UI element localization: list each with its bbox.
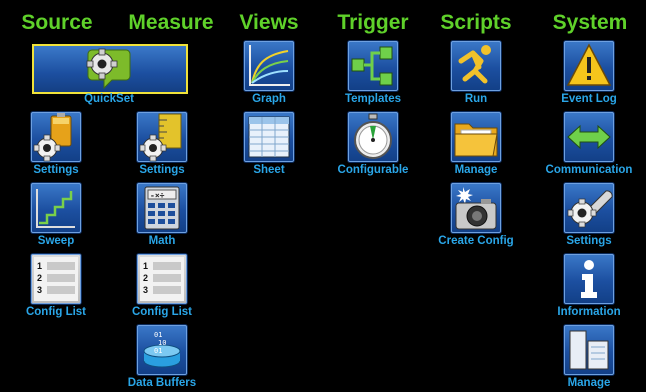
quickset-frame [32, 44, 188, 94]
event-log-label: Event Log [561, 93, 617, 105]
measure-settings-icon-tile [137, 112, 187, 162]
source-sweep-button[interactable]: Sweep [10, 183, 102, 249]
source-config-list-icon-tile: 1 2 3 [31, 254, 81, 304]
warning-triangle-icon [566, 43, 612, 86]
sweep-label: Sweep [37, 235, 75, 247]
svg-text:01: 01 [154, 347, 162, 355]
data-buffers-label: Data Buffers [127, 377, 197, 389]
system-settings-icon-tile [564, 183, 614, 233]
spreadsheet-icon [248, 116, 290, 158]
header-measure: Measure [128, 11, 214, 34]
communication-label: Communication [545, 164, 633, 176]
header-system: System [552, 11, 628, 34]
folder-icon [454, 123, 498, 157]
create-config-label: Create Config [438, 235, 514, 247]
gear-wrench-icon [567, 190, 613, 228]
measure-settings-label: Settings [139, 164, 185, 176]
calculator-icon: -×÷ [144, 186, 180, 230]
source-settings-button[interactable]: Settings [10, 112, 102, 178]
trigger-templates-button[interactable]: Templates [327, 41, 419, 107]
templates-icon-tile [348, 41, 398, 91]
information-label: Information [557, 306, 621, 318]
system-manage-label: Manage [567, 377, 611, 389]
source-config-list-button[interactable]: 1 2 3 Config List [10, 254, 102, 320]
configurable-label: Configurable [337, 164, 409, 176]
source-settings-icon-tile [31, 112, 81, 162]
sheet-icon-tile [244, 112, 294, 162]
math-icon-tile: -×÷ [137, 183, 187, 233]
svg-text:1: 1 [37, 261, 42, 271]
numbered-list-icon: 1 2 3 [34, 257, 78, 301]
header-source: Source [21, 11, 93, 34]
run-label: Run [464, 93, 488, 105]
system-manage-button[interactable]: Manage [543, 325, 635, 391]
battery-gear-icon [33, 113, 72, 162]
svg-text:10: 10 [158, 339, 166, 347]
measure-config-list-label: Config List [131, 306, 193, 318]
sheet-label: Sheet [253, 164, 285, 176]
numbered-list-icon: 1 2 3 [140, 257, 184, 301]
source-quickset-button[interactable]: QuickSet [32, 44, 188, 110]
staircase-sweep-icon [36, 189, 75, 228]
system-communication-button[interactable]: Communication [543, 112, 635, 178]
system-settings-button[interactable]: Settings [543, 183, 635, 249]
configurable-icon-tile [348, 112, 398, 162]
header-views: Views [239, 11, 299, 34]
measure-config-list-icon-tile: 1 2 3 [137, 254, 187, 304]
header-trigger: Trigger [337, 11, 409, 34]
svg-text:3: 3 [143, 285, 148, 295]
scripts-manage-label: Manage [454, 164, 498, 176]
system-settings-label: Settings [566, 235, 612, 247]
math-label: Math [148, 235, 176, 247]
double-arrow-icon [567, 124, 611, 150]
run-icon-tile [451, 41, 501, 91]
data-buffers-icon-tile: 01 10 01 [137, 325, 187, 375]
views-graph-button[interactable]: Graph [223, 41, 315, 107]
measure-math-button[interactable]: -×÷ Math [116, 183, 208, 249]
quickset-label: QuickSet [84, 93, 134, 105]
svg-text:-×÷: -×÷ [150, 191, 165, 200]
event-log-icon-tile [564, 41, 614, 91]
document-stack-icon [569, 330, 609, 370]
ruler-gear-icon [139, 113, 182, 162]
views-sheet-button[interactable]: Sheet [223, 112, 315, 178]
trigger-configurable-button[interactable]: Configurable [327, 112, 419, 178]
running-figure-icon [458, 45, 491, 84]
measure-settings-button[interactable]: Settings [116, 112, 208, 178]
svg-text:01: 01 [154, 331, 162, 339]
stopwatch-icon [354, 113, 392, 159]
quickset-icon [86, 48, 131, 90]
flowchart-icon [351, 46, 393, 86]
main-menu-screen: Source Measure Views Trigger Scripts Sys… [0, 0, 646, 392]
info-icon [581, 260, 597, 298]
graph-label: Graph [252, 93, 286, 105]
svg-text:2: 2 [37, 273, 42, 283]
system-manage-icon-tile [564, 325, 614, 375]
information-icon-tile [564, 254, 614, 304]
source-settings-label: Settings [33, 164, 79, 176]
svg-text:2: 2 [143, 273, 148, 283]
sweep-icon-tile [31, 183, 81, 233]
scripts-run-button[interactable]: Run [430, 41, 522, 107]
data-buffer-cylinder-icon: 01 10 01 [143, 331, 181, 368]
system-information-button[interactable]: Information [543, 254, 635, 320]
create-config-icon-tile [451, 183, 501, 233]
graph-icon-tile [244, 41, 294, 91]
source-config-list-label: Config List [25, 306, 87, 318]
system-event-log-button[interactable]: Event Log [543, 41, 635, 107]
header-scripts: Scripts [440, 11, 512, 34]
scripts-manage-button[interactable]: Manage [430, 112, 522, 178]
scripts-manage-icon-tile [451, 112, 501, 162]
camera-icon [455, 187, 497, 230]
svg-text:1: 1 [143, 261, 148, 271]
measure-data-buffers-button[interactable]: 01 10 01 Data Buffers [116, 325, 208, 391]
graph-curves-icon [249, 45, 290, 86]
scripts-create-config-button[interactable]: Create Config [430, 183, 522, 249]
measure-config-list-button[interactable]: 1 2 3 Config List [116, 254, 208, 320]
templates-label: Templates [344, 93, 402, 105]
svg-text:3: 3 [37, 285, 42, 295]
communication-icon-tile [564, 112, 614, 162]
